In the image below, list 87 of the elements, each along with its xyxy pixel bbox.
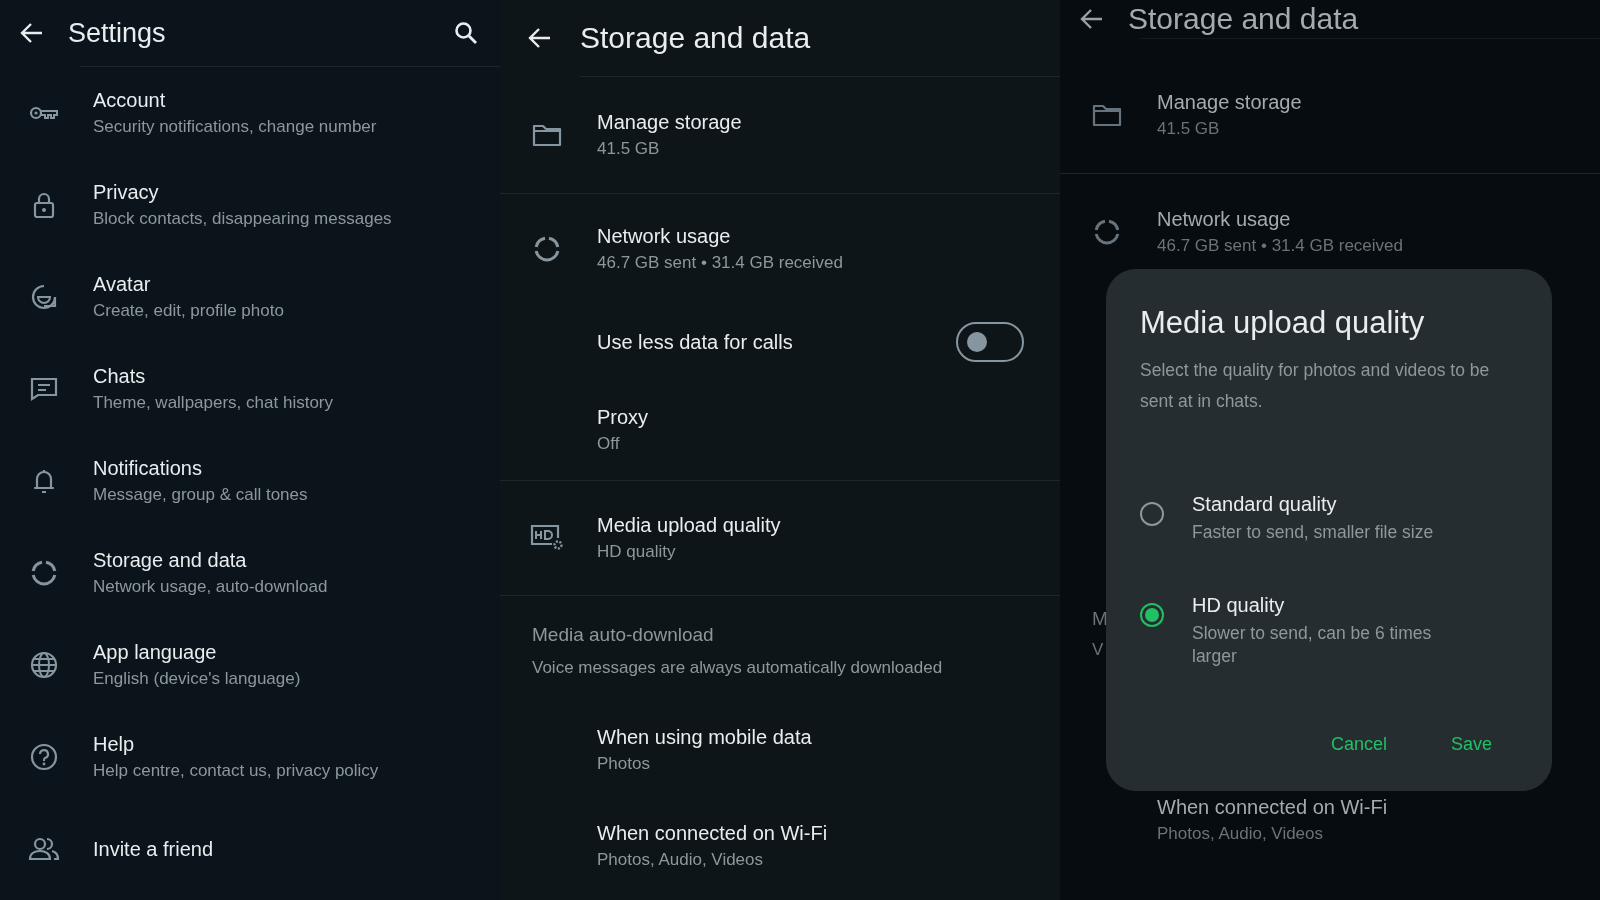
key-icon [28, 105, 59, 121]
item-title: Storage and data [93, 549, 248, 572]
search-icon[interactable] [454, 21, 478, 45]
settings-item[interactable]: Network usage 46.7 GB sent • 31.4 GB received [500, 194, 1060, 304]
settings-item[interactable]: Privacy Block contacts, disappearing messages [0, 159, 500, 251]
item-title: Avatar [93, 273, 152, 296]
item-subtitle: 46.7 GB sent • 31.4 GB received [1157, 236, 1403, 256]
option-label: HD quality [1192, 594, 1286, 617]
settings-item[interactable]: Invite a friend [0, 803, 500, 895]
chat-icon [29, 377, 58, 401]
item-title: Account [93, 89, 167, 112]
toggle-switch[interactable] [956, 322, 1024, 362]
item-subtitle: 41.5 GB [1157, 119, 1221, 139]
screen-title: Storage and data [1128, 2, 1360, 36]
bell-icon [32, 467, 55, 495]
cancel-button[interactable]: Cancel [1326, 728, 1391, 761]
item-subtitle: HD quality [597, 542, 677, 562]
screen-title: Settings [68, 17, 167, 49]
save-button[interactable]: Save [1446, 728, 1496, 761]
radio-option[interactable]: Standard quality Faster to send, smaller file size [1140, 493, 1518, 544]
people-icon [27, 837, 60, 861]
partial-text: V [1092, 640, 1104, 660]
section-header: Media auto-download [532, 624, 715, 646]
partial-text: M [1092, 608, 1108, 630]
settings-item[interactable]: Storage and data Network usage, auto-download [0, 527, 500, 619]
radio-button[interactable] [1140, 502, 1164, 526]
settings-item[interactable]: App language English (device's language) [0, 619, 500, 711]
screen-title: Storage and data [580, 21, 812, 55]
item-subtitle: English (device's language) [93, 669, 301, 689]
item-subtitle: Security notifications, change number [93, 117, 377, 137]
settings-item[interactable]: Proxy Off [500, 380, 1060, 480]
item-title: Help [93, 733, 136, 756]
settings-item[interactable]: Manage storage 41.5 GB [500, 77, 1060, 193]
avatar-icon [30, 284, 57, 310]
settings-item[interactable]: When connected on Wi-Fi Photos, Audio, Videos [500, 800, 1060, 892]
item-title: Use less data for calls [597, 330, 793, 354]
option-detail: Slower to send, can be 6 times larger [1192, 622, 1433, 668]
item-title: Media upload quality [597, 514, 781, 537]
item-title: Network usage [1157, 208, 1292, 231]
item-title: Invite a friend [93, 837, 214, 861]
item-title: App language [93, 641, 218, 664]
settings-item[interactable]: When using mobile data Photos [500, 700, 1060, 800]
item-subtitle: Message, group & call tones [93, 485, 308, 505]
item-title: Manage storage [597, 111, 742, 134]
item-title: Privacy [93, 181, 160, 204]
item-title: Manage storage [1157, 91, 1302, 114]
item-title: When connected on Wi-Fi [597, 822, 828, 845]
item-subtitle: Create, edit, profile photo [93, 301, 284, 321]
settings-item[interactable]: Notifications Message, group & call tones [0, 435, 500, 527]
section-note: Voice messages are always automatically downloaded [532, 658, 944, 678]
data-usage-icon [29, 559, 58, 587]
item-subtitle: Network usage, auto-download [93, 577, 328, 597]
item-title: Notifications [93, 457, 203, 480]
settings-item[interactable]: Account Security notifications, change number [0, 67, 500, 159]
item-title: Network usage [597, 225, 732, 248]
settings-item[interactable]: Avatar Create, edit, profile photo [0, 251, 500, 343]
folder-icon [1091, 103, 1122, 127]
hd-settings-icon [529, 524, 564, 552]
item-subtitle: Photos [597, 754, 651, 774]
item-subtitle: Theme, wallpapers, chat history [93, 393, 333, 413]
item-title: Chats [93, 365, 147, 388]
item-subtitle: 41.5 GB [597, 139, 661, 159]
option-label: Standard quality [1192, 493, 1338, 516]
item-subtitle: Photos, Audio, Videos [597, 850, 765, 870]
item-subtitle: 46.7 GB sent • 31.4 GB received [597, 253, 843, 273]
item-subtitle: Block contacts, disappearing messages [93, 209, 392, 229]
item-title: When using mobile data [597, 726, 812, 749]
settings-item[interactable]: Chats Theme, wallpapers, chat history [0, 343, 500, 435]
dialog-title: Media upload quality [1140, 305, 1426, 341]
globe-icon [29, 651, 58, 679]
radio-button[interactable] [1140, 603, 1164, 627]
item-title: Proxy [597, 406, 649, 429]
radio-option[interactable]: HD quality Slower to send, can be 6 times larger [1140, 594, 1518, 668]
folder-icon [531, 123, 562, 147]
item-title: When connected on Wi-Fi [1157, 796, 1388, 819]
data-usage-icon [1092, 218, 1121, 246]
back-arrow-icon[interactable] [1080, 7, 1104, 31]
item-subtitle: Help centre, contact us, privacy policy [93, 761, 379, 781]
settings-item[interactable]: Help Help centre, contact us, privacy policy [0, 711, 500, 803]
item-subtitle: Photos, Audio, Videos [1157, 824, 1325, 844]
help-icon [29, 743, 58, 771]
dialog-description: Select the quality for photos and videos to be sent at in chats. [1140, 359, 1491, 413]
option-detail: Faster to send, smaller file size [1192, 521, 1435, 544]
item-subtitle: Off [597, 434, 621, 454]
data-usage-icon [532, 235, 561, 263]
settings-item[interactable]: Media upload quality HD quality [500, 481, 1060, 595]
lock-icon [32, 191, 55, 219]
